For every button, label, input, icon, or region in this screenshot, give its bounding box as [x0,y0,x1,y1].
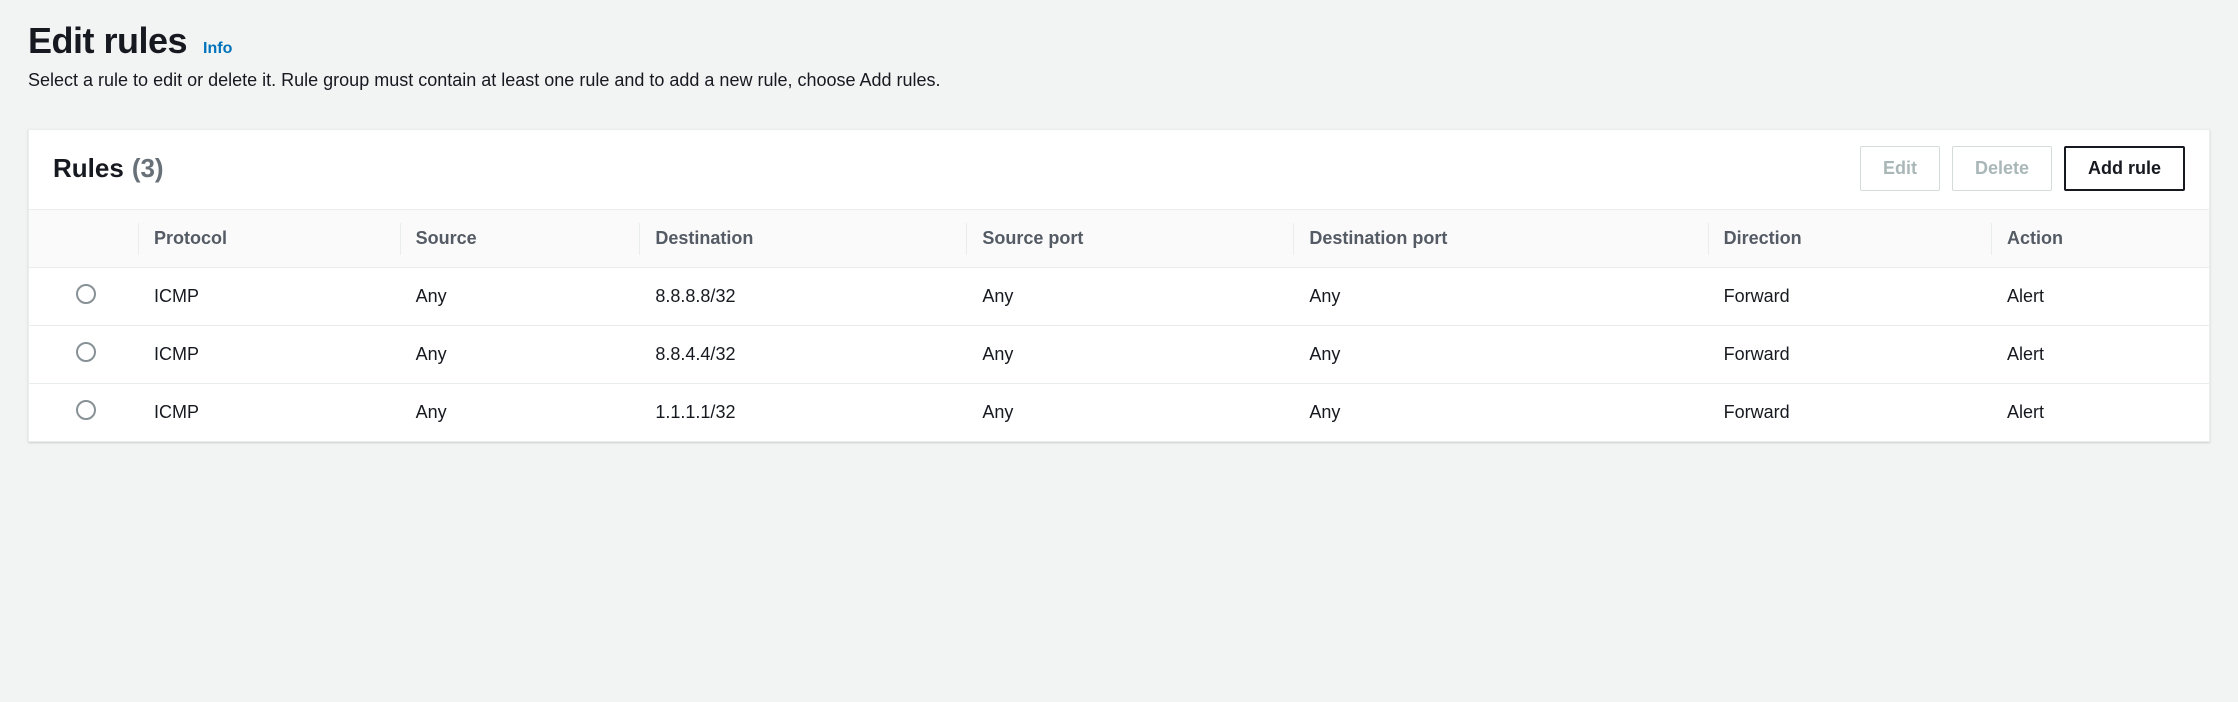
col-direction[interactable]: Direction [1708,210,1991,268]
cell-direction: Forward [1708,326,1991,384]
cell-destination-port: Any [1293,268,1707,326]
cell-destination: 8.8.4.4/32 [639,326,966,384]
table-row: ICMP Any 1.1.1.1/32 Any Any Forward Aler… [29,384,2209,442]
col-destination-port[interactable]: Destination port [1293,210,1707,268]
table-row: ICMP Any 8.8.8.8/32 Any Any Forward Aler… [29,268,2209,326]
edit-button[interactable]: Edit [1860,146,1940,191]
cell-source-port: Any [966,326,1293,384]
cell-source: Any [400,384,640,442]
page-title: Edit rules [28,20,187,62]
cell-destination-port: Any [1293,326,1707,384]
table-row: ICMP Any 8.8.4.4/32 Any Any Forward Aler… [29,326,2209,384]
table-header-row: Protocol Source Destination Source port … [29,210,2209,268]
cell-destination: 8.8.8.8/32 [639,268,966,326]
row-select-radio[interactable] [76,342,96,362]
cell-direction: Forward [1708,384,1991,442]
col-source-port[interactable]: Source port [966,210,1293,268]
cell-action: Alert [1991,384,2209,442]
col-source[interactable]: Source [400,210,640,268]
cell-action: Alert [1991,326,2209,384]
add-rule-button[interactable]: Add rule [2064,146,2185,191]
cell-source-port: Any [966,384,1293,442]
info-link[interactable]: Info [203,40,232,58]
cell-protocol: ICMP [138,384,400,442]
cell-action: Alert [1991,268,2209,326]
cell-destination: 1.1.1.1/32 [639,384,966,442]
row-select-radio[interactable] [76,284,96,304]
panel-title: Rules [53,153,124,184]
cell-source: Any [400,326,640,384]
page-subtitle: Select a rule to edit or delete it. Rule… [28,70,2210,91]
col-select [29,210,138,268]
cell-direction: Forward [1708,268,1991,326]
col-action[interactable]: Action [1991,210,2209,268]
row-select-radio[interactable] [76,400,96,420]
cell-protocol: ICMP [138,326,400,384]
panel-actions: Edit Delete Add rule [1860,146,2185,191]
cell-source: Any [400,268,640,326]
rules-table: Protocol Source Destination Source port … [29,209,2209,441]
cell-destination-port: Any [1293,384,1707,442]
delete-button[interactable]: Delete [1952,146,2052,191]
cell-source-port: Any [966,268,1293,326]
cell-protocol: ICMP [138,268,400,326]
rules-panel: Rules (3) Edit Delete Add rule Protocol … [28,129,2210,442]
col-destination[interactable]: Destination [639,210,966,268]
panel-count: (3) [132,153,164,184]
col-protocol[interactable]: Protocol [138,210,400,268]
